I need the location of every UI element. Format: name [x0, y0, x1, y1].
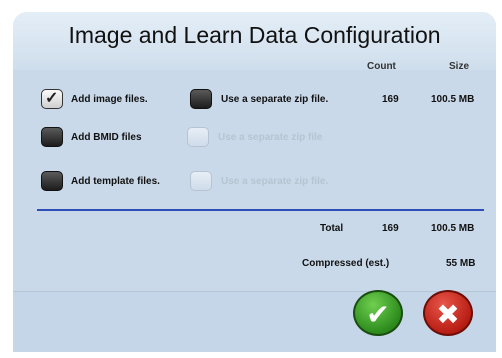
row-image-files: ✓ Add image files. Use a separate zip fi… — [13, 85, 496, 115]
checkmark-icon: ✓ — [45, 90, 59, 107]
configuration-dialog: Image and Learn Data Configuration Count… — [13, 12, 496, 352]
compressed-size: 55 MB — [446, 258, 476, 269]
add-bmid-files-label: Add BMID files — [71, 132, 142, 143]
add-image-files-label: Add image files. — [71, 94, 148, 105]
size-column-header: Size — [449, 61, 470, 72]
add-image-files-checkbox[interactable]: ✓ — [41, 89, 63, 109]
template-separate-zip-checkbox — [190, 171, 212, 191]
template-separate-zip-label: Use a separate zip file. — [221, 176, 329, 187]
compressed-label: Compressed (est.) — [302, 258, 390, 269]
total-label: Total — [320, 223, 344, 234]
image-files-size: 100.5 MB — [431, 94, 475, 105]
add-bmid-files-checkbox[interactable] — [41, 127, 63, 147]
image-separate-zip-checkbox[interactable] — [190, 89, 212, 109]
total-size: 100.5 MB — [431, 223, 475, 234]
dialog-title: Image and Learn Data Configuration — [68, 22, 441, 48]
footer-bar — [13, 292, 496, 352]
checkmark-icon: ✔ — [366, 298, 390, 331]
row-bmid-files: Add BMID files Use a separate zip file — [13, 123, 496, 153]
divider-line — [37, 209, 484, 211]
ok-button[interactable]: ✔ — [353, 290, 403, 336]
total-count: 169 — [382, 223, 399, 234]
bmid-separate-zip-label: Use a separate zip file — [218, 132, 323, 143]
bmid-separate-zip-checkbox — [187, 127, 209, 147]
row-template-files: Add template files. Use a separate zip f… — [13, 167, 496, 197]
x-icon: ✖ — [436, 298, 460, 331]
image-separate-zip-label: Use a separate zip file. — [221, 94, 329, 105]
cancel-button[interactable]: ✖ — [423, 290, 473, 336]
image-files-count: 169 — [382, 94, 399, 105]
add-template-files-label: Add template files. — [71, 176, 160, 187]
add-template-files-checkbox[interactable] — [41, 171, 63, 191]
count-column-header: Count — [367, 61, 396, 72]
